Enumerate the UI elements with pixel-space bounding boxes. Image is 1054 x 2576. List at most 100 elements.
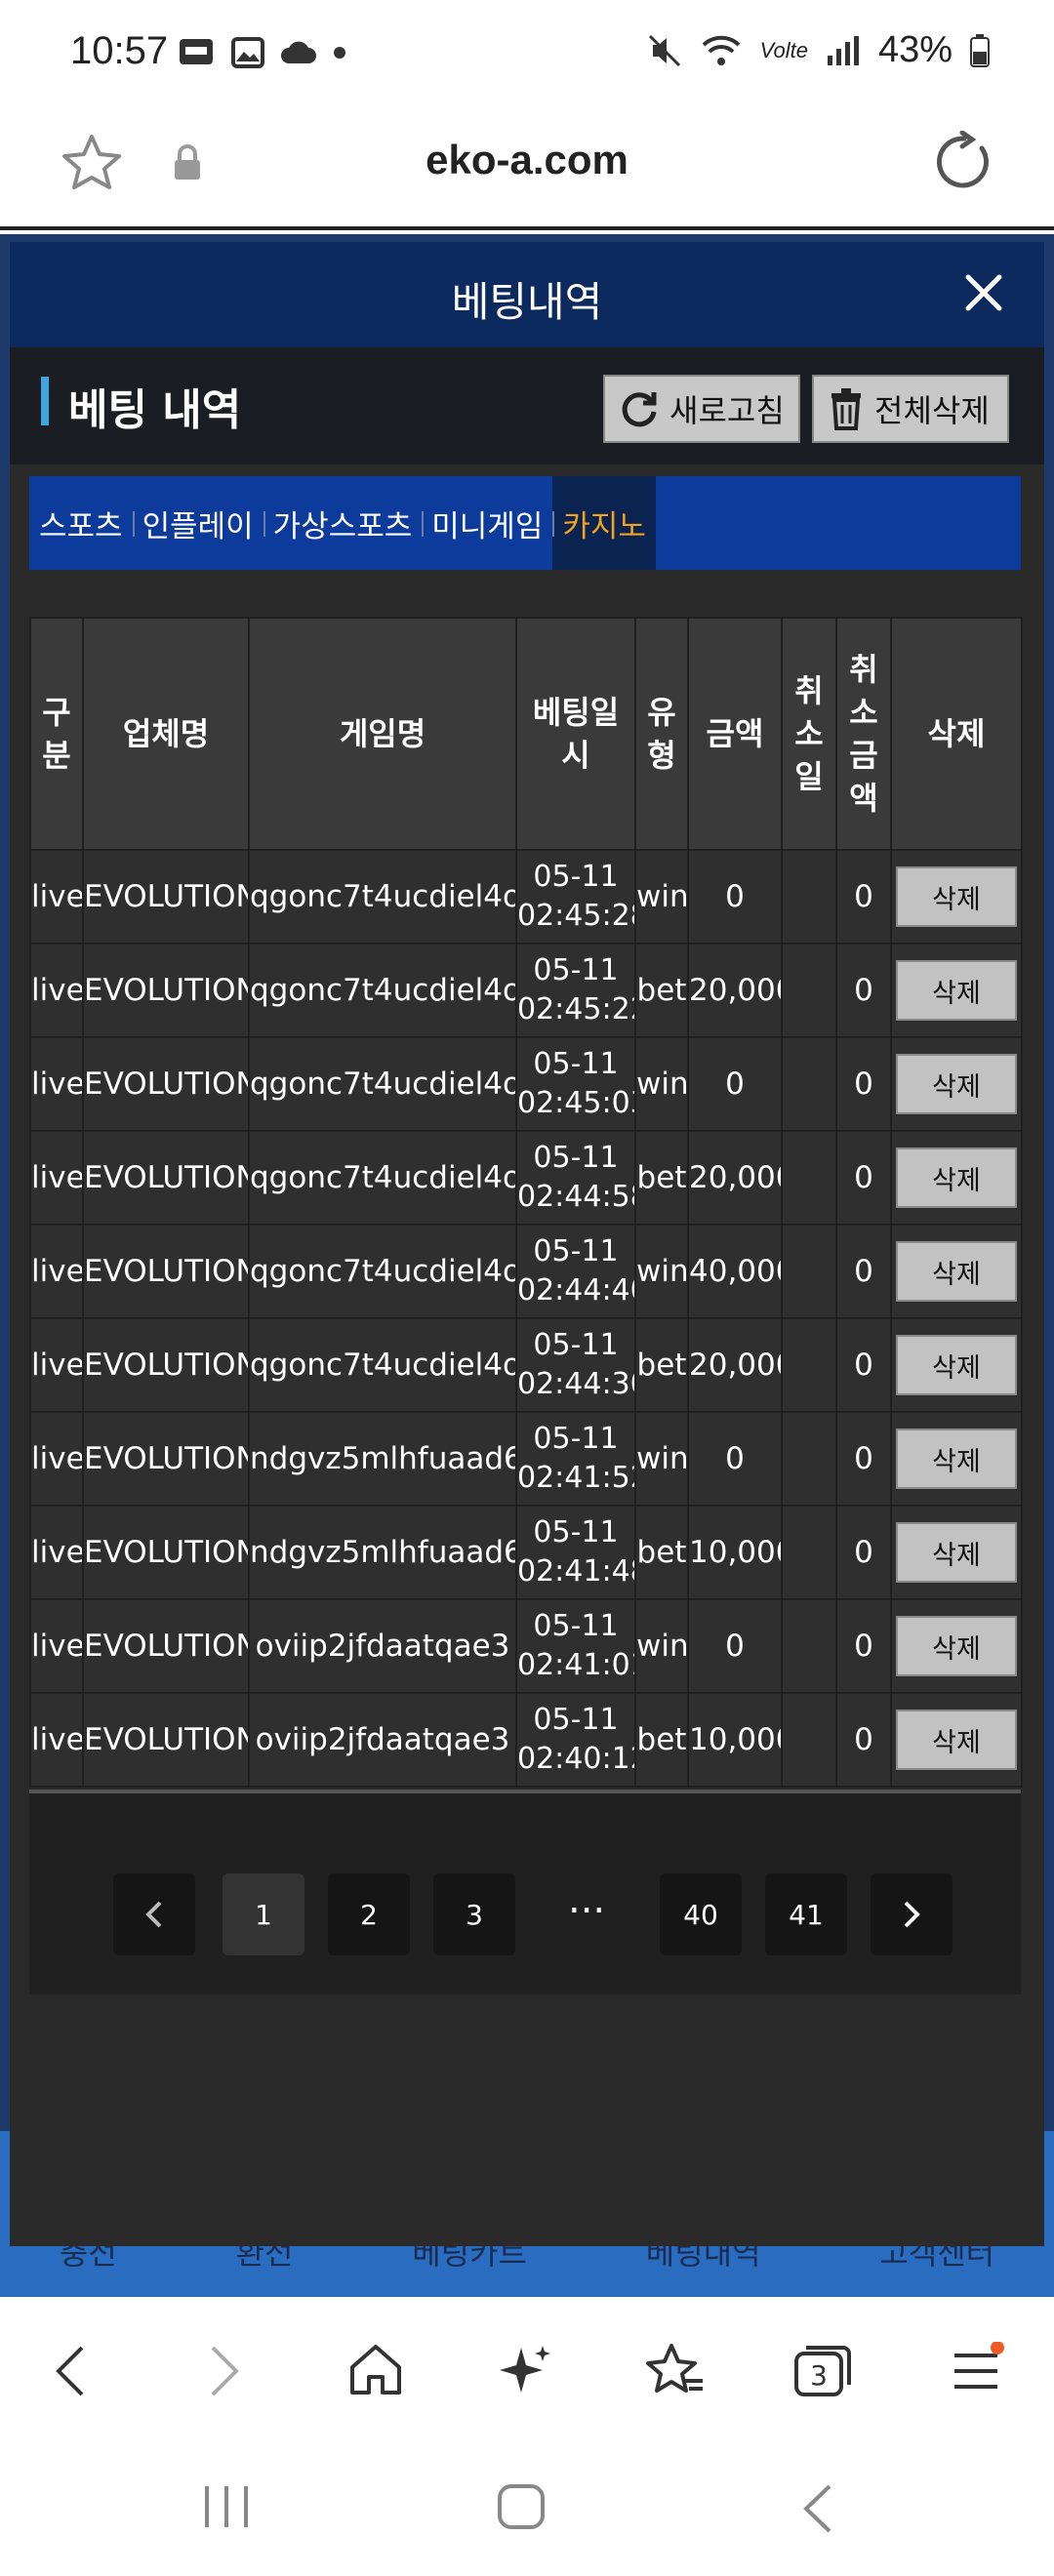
cell-cancel-amount: 0 <box>835 1411 892 1507</box>
delete-all-label: 전체삭제 <box>874 392 990 429</box>
cell-kind: live <box>29 943 84 1038</box>
cell-type: win <box>634 1598 689 1694</box>
cell-delete: 삭제 <box>890 943 1023 1038</box>
cell-type: bet <box>634 1692 689 1788</box>
table-row: live EVOLUTION qgonc7t4ucdiel4o 05-11 02:44:… <box>29 1224 1023 1319</box>
table-row: live EVOLUTION oviip2jfdaatqae3 05-11 02:41:… <box>29 1598 1023 1694</box>
system-back-icon[interactable] <box>798 2482 837 2535</box>
cell-amount: 10,000 <box>687 1692 783 1788</box>
url-text[interactable]: eko-a.com <box>0 137 1054 183</box>
delete-row-button[interactable]: 삭제 <box>896 1522 1017 1583</box>
delete-all-button[interactable]: 전체삭제 <box>812 375 1009 443</box>
cell-amount: 0 <box>687 1598 783 1694</box>
cell-type: win <box>634 849 689 945</box>
menu-icon[interactable] <box>951 2342 1005 2398</box>
tab-casino[interactable]: 카지노 <box>552 476 656 570</box>
table-row: live EVOLUTION qgonc7t4ucdiel4o 05-11 02:44:… <box>29 1317 1023 1413</box>
cell-cancel-date <box>781 1692 837 1788</box>
delete-row-button[interactable]: 삭제 <box>896 960 1017 1021</box>
table-header-row: 구분 업체명 게임명 베팅일시 유형 금액 취소일 취소금액 삭제 <box>29 617 1023 851</box>
refresh-button[interactable]: 새로고침 <box>603 375 800 443</box>
battery-icon <box>970 33 990 67</box>
forward-icon[interactable] <box>205 2342 244 2400</box>
cell-bet-time: 05-1102:45:22 <box>515 943 636 1038</box>
cell-cancel-amount: 0 <box>835 1505 892 1600</box>
cell-game: oviip2jfdaatqae3 <box>248 1598 517 1694</box>
delete-row-button[interactable]: 삭제 <box>896 1710 1017 1770</box>
cell-amount: 10,000 <box>687 1505 783 1600</box>
page-button-2[interactable]: 2 <box>328 1873 410 1955</box>
bookmarks-icon[interactable] <box>646 2342 707 2398</box>
cell-delete: 삭제 <box>890 1224 1023 1319</box>
page-button-40[interactable]: 40 <box>660 1873 742 1955</box>
delete-row-button[interactable]: 삭제 <box>896 1147 1017 1208</box>
delete-row-button[interactable]: 삭제 <box>896 866 1017 927</box>
cell-kind: live <box>29 1317 84 1413</box>
page-button-3[interactable]: 3 <box>433 1873 515 1955</box>
tab-inplay[interactable]: 인플레이 <box>132 476 264 570</box>
cell-type: win <box>634 1036 689 1132</box>
table-row: live EVOLUTION ndgvz5mlhfuaad6e 05-11 02:41:… <box>29 1411 1023 1507</box>
cell-game: qgonc7t4ucdiel4o <box>248 943 517 1038</box>
network-label: Volte <box>759 37 808 62</box>
cell-game: qgonc7t4ucdiel4o <box>248 1130 517 1226</box>
cell-kind: live <box>29 1411 84 1507</box>
cell-vendor: EVOLUTION <box>82 1130 250 1226</box>
col-header-game: 게임명 <box>248 617 517 851</box>
cell-cancel-date <box>781 849 837 945</box>
delete-row-button[interactable]: 삭제 <box>896 1616 1017 1676</box>
cell-cancel-date <box>781 1411 837 1507</box>
cell-bet-time: 05-1102:41:48 <box>515 1505 636 1600</box>
recent-apps-icon[interactable] <box>201 2482 254 2531</box>
page-button-41[interactable]: 41 <box>765 1873 847 1955</box>
col-header-amount: 금액 <box>687 617 783 851</box>
cell-bet-time: 05-1102:45:03 <box>515 1036 636 1132</box>
modal-title: 베팅내역 <box>451 278 603 326</box>
cell-game: oviip2jfdaatqae3 <box>248 1692 517 1788</box>
delete-row-button[interactable]: 삭제 <box>896 1241 1017 1302</box>
cell-vendor: EVOLUTION <box>82 849 250 945</box>
cell-type: bet <box>634 1130 689 1226</box>
cell-vendor: EVOLUTION <box>82 1505 250 1600</box>
cell-game: qgonc7t4ucdiel4o <box>248 1317 517 1413</box>
cloud-icon <box>281 41 316 63</box>
mute-icon <box>648 34 680 66</box>
delete-row-button[interactable]: 삭제 <box>896 1335 1017 1395</box>
cell-delete: 삭제 <box>890 1598 1023 1694</box>
cell-vendor: EVOLUTION <box>82 1598 250 1694</box>
tab-minigame[interactable]: 미니게임 <box>422 476 552 570</box>
cell-cancel-amount: 0 <box>835 1130 892 1226</box>
cell-cancel-date <box>781 1036 837 1132</box>
next-page-button[interactable] <box>871 1873 953 1955</box>
delete-row-button[interactable]: 삭제 <box>896 1429 1017 1489</box>
tabs-icon[interactable]: 3 <box>792 2342 853 2398</box>
cell-amount: 40,000 <box>687 1224 783 1319</box>
cell-cancel-date <box>781 1317 837 1413</box>
close-icon[interactable] <box>962 271 1005 314</box>
category-tabs: 스포츠 인플레이 가상스포츠 미니게임 카지노 <box>29 476 1021 570</box>
cell-kind: live <box>29 1692 84 1788</box>
cell-type: win <box>634 1224 689 1319</box>
page-button-1[interactable]: 1 <box>223 1873 304 1955</box>
tab-sports[interactable]: 스포츠 <box>29 476 133 570</box>
trash-icon <box>831 388 861 430</box>
delete-row-button[interactable]: 삭제 <box>896 1054 1017 1114</box>
modal-header: 베팅내역 <box>10 242 1044 347</box>
pagination: 1 2 3 ... 40 41 <box>29 1790 1021 1994</box>
battery-percent: 43% <box>877 29 953 70</box>
back-icon[interactable] <box>51 2342 90 2400</box>
sparkle-icon[interactable] <box>498 2342 554 2398</box>
cell-delete: 삭제 <box>890 849 1023 945</box>
cell-bet-time: 05-1102:41:52 <box>515 1411 636 1507</box>
home-icon[interactable] <box>347 2342 404 2398</box>
cell-vendor: EVOLUTION <box>82 1036 250 1132</box>
system-nav-bar <box>0 2443 1054 2576</box>
reload-icon[interactable] <box>933 131 995 193</box>
cell-amount: 0 <box>687 849 783 945</box>
cell-delete: 삭제 <box>890 1130 1023 1226</box>
tab-virtual-sports[interactable]: 가상스포츠 <box>263 476 423 570</box>
prev-page-button[interactable] <box>113 1873 195 1955</box>
cell-cancel-amount: 0 <box>835 1224 892 1319</box>
gallery-icon <box>231 37 264 68</box>
home-button-icon[interactable] <box>496 2482 548 2531</box>
